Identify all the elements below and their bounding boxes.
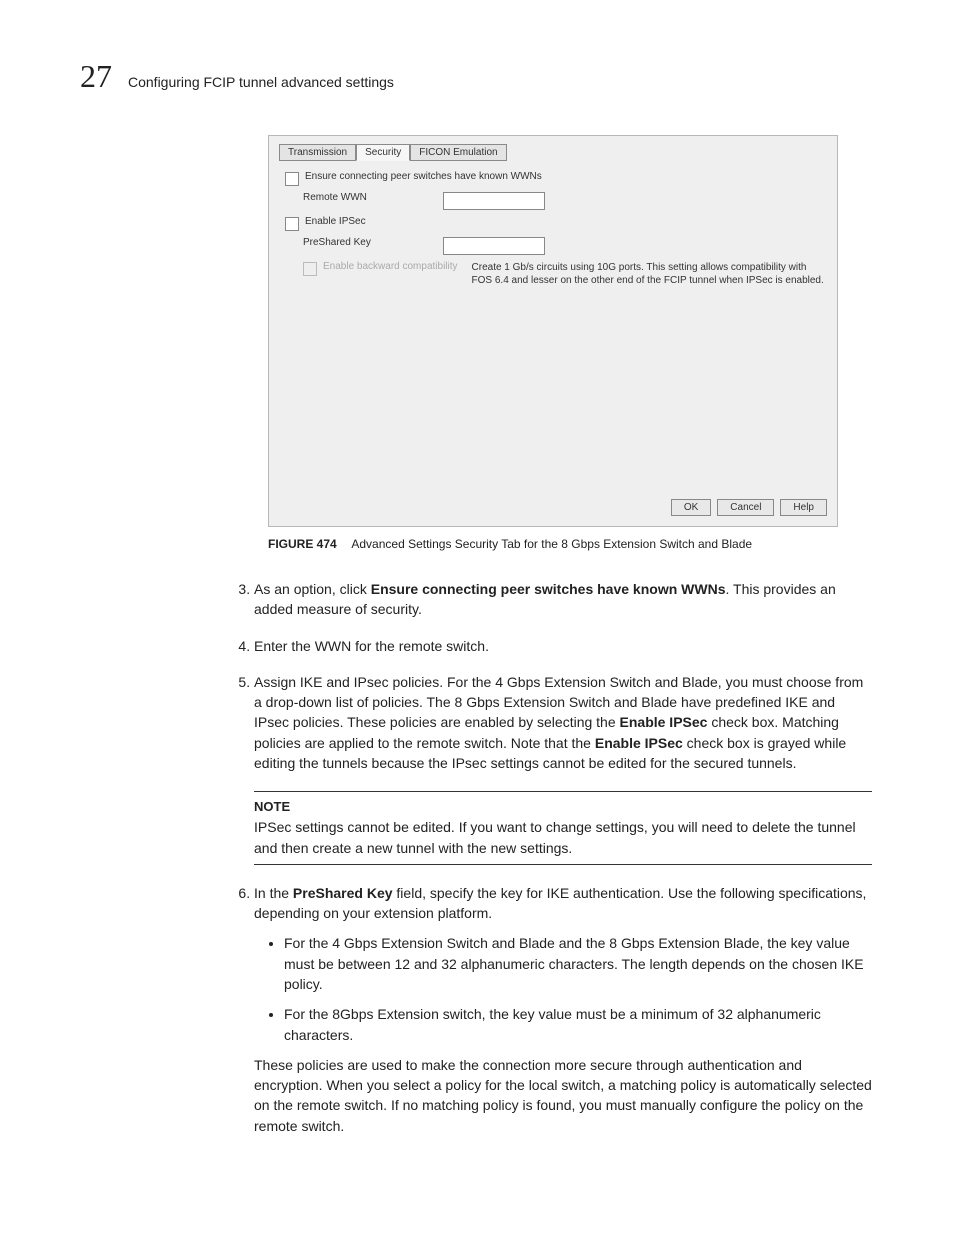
tab-transmission[interactable]: Transmission — [279, 144, 356, 161]
enable-ipsec-label: Enable IPSec — [305, 216, 366, 227]
dialog-tabs: Transmission Security FICON Emulation — [279, 144, 827, 161]
step-5: Assign IKE and IPsec policies. For the 4… — [254, 672, 872, 865]
step-3: As an option, click Ensure connecting pe… — [254, 579, 872, 620]
ok-button[interactable]: OK — [671, 499, 711, 516]
step-bold: Enable IPSec — [595, 735, 683, 751]
remote-wwn-input[interactable] — [443, 192, 545, 210]
step-bold: PreShared Key — [293, 885, 393, 901]
ensure-wwn-label: Ensure connecting peer switches have kno… — [305, 171, 542, 182]
chapter-number: 27 — [80, 58, 112, 95]
cancel-button[interactable]: Cancel — [717, 499, 774, 516]
step-tail-paragraph: These policies are used to make the conn… — [254, 1055, 872, 1136]
step-text: As an option, click — [254, 581, 371, 597]
remote-wwn-label: Remote WWN — [303, 192, 443, 203]
backward-compat-help: Create 1 Gb/s circuits using 10G ports. … — [472, 261, 827, 287]
tab-security[interactable]: Security — [356, 144, 410, 161]
backward-compat-checkbox — [303, 262, 317, 276]
preshared-key-input[interactable] — [443, 237, 545, 255]
step-bold: Ensure connecting peer switches have kno… — [371, 581, 726, 597]
note-block: NOTE IPSec settings cannot be edited. If… — [254, 791, 872, 864]
help-button[interactable]: Help — [780, 499, 827, 516]
tab-ficon-emulation[interactable]: FICON Emulation — [410, 144, 506, 161]
chapter-title: Configuring FCIP tunnel advanced setting… — [128, 74, 394, 90]
bullet-1: For the 4 Gbps Extension Switch and Blad… — [284, 933, 872, 994]
ensure-wwn-checkbox[interactable] — [285, 172, 299, 186]
note-heading: NOTE — [254, 798, 872, 817]
preshared-key-label: PreShared Key — [303, 237, 443, 248]
enable-ipsec-checkbox[interactable] — [285, 217, 299, 231]
sub-bullets: For the 4 Gbps Extension Switch and Blad… — [254, 933, 872, 1044]
step-text: In the — [254, 885, 293, 901]
step-6: In the PreShared Key field, specify the … — [254, 883, 872, 1136]
step-bold: Enable IPSec — [620, 714, 708, 730]
note-text: IPSec settings cannot be edited. If you … — [254, 817, 872, 858]
figure-number: FIGURE 474 — [268, 537, 337, 551]
page-header: 27 Configuring FCIP tunnel advanced sett… — [80, 58, 874, 95]
step-list: As an option, click Ensure connecting pe… — [232, 579, 872, 1136]
bullet-2: For the 8Gbps Extension switch, the key … — [284, 1004, 872, 1045]
figure-caption-text: Advanced Settings Security Tab for the 8… — [351, 537, 752, 551]
backward-compat-label: Enable backward compatibility — [323, 261, 458, 272]
advanced-settings-dialog: Transmission Security FICON Emulation En… — [268, 135, 838, 527]
step-4: Enter the WWN for the remote switch. — [254, 636, 872, 656]
figure-caption: FIGURE 474 Advanced Settings Security Ta… — [268, 537, 838, 551]
